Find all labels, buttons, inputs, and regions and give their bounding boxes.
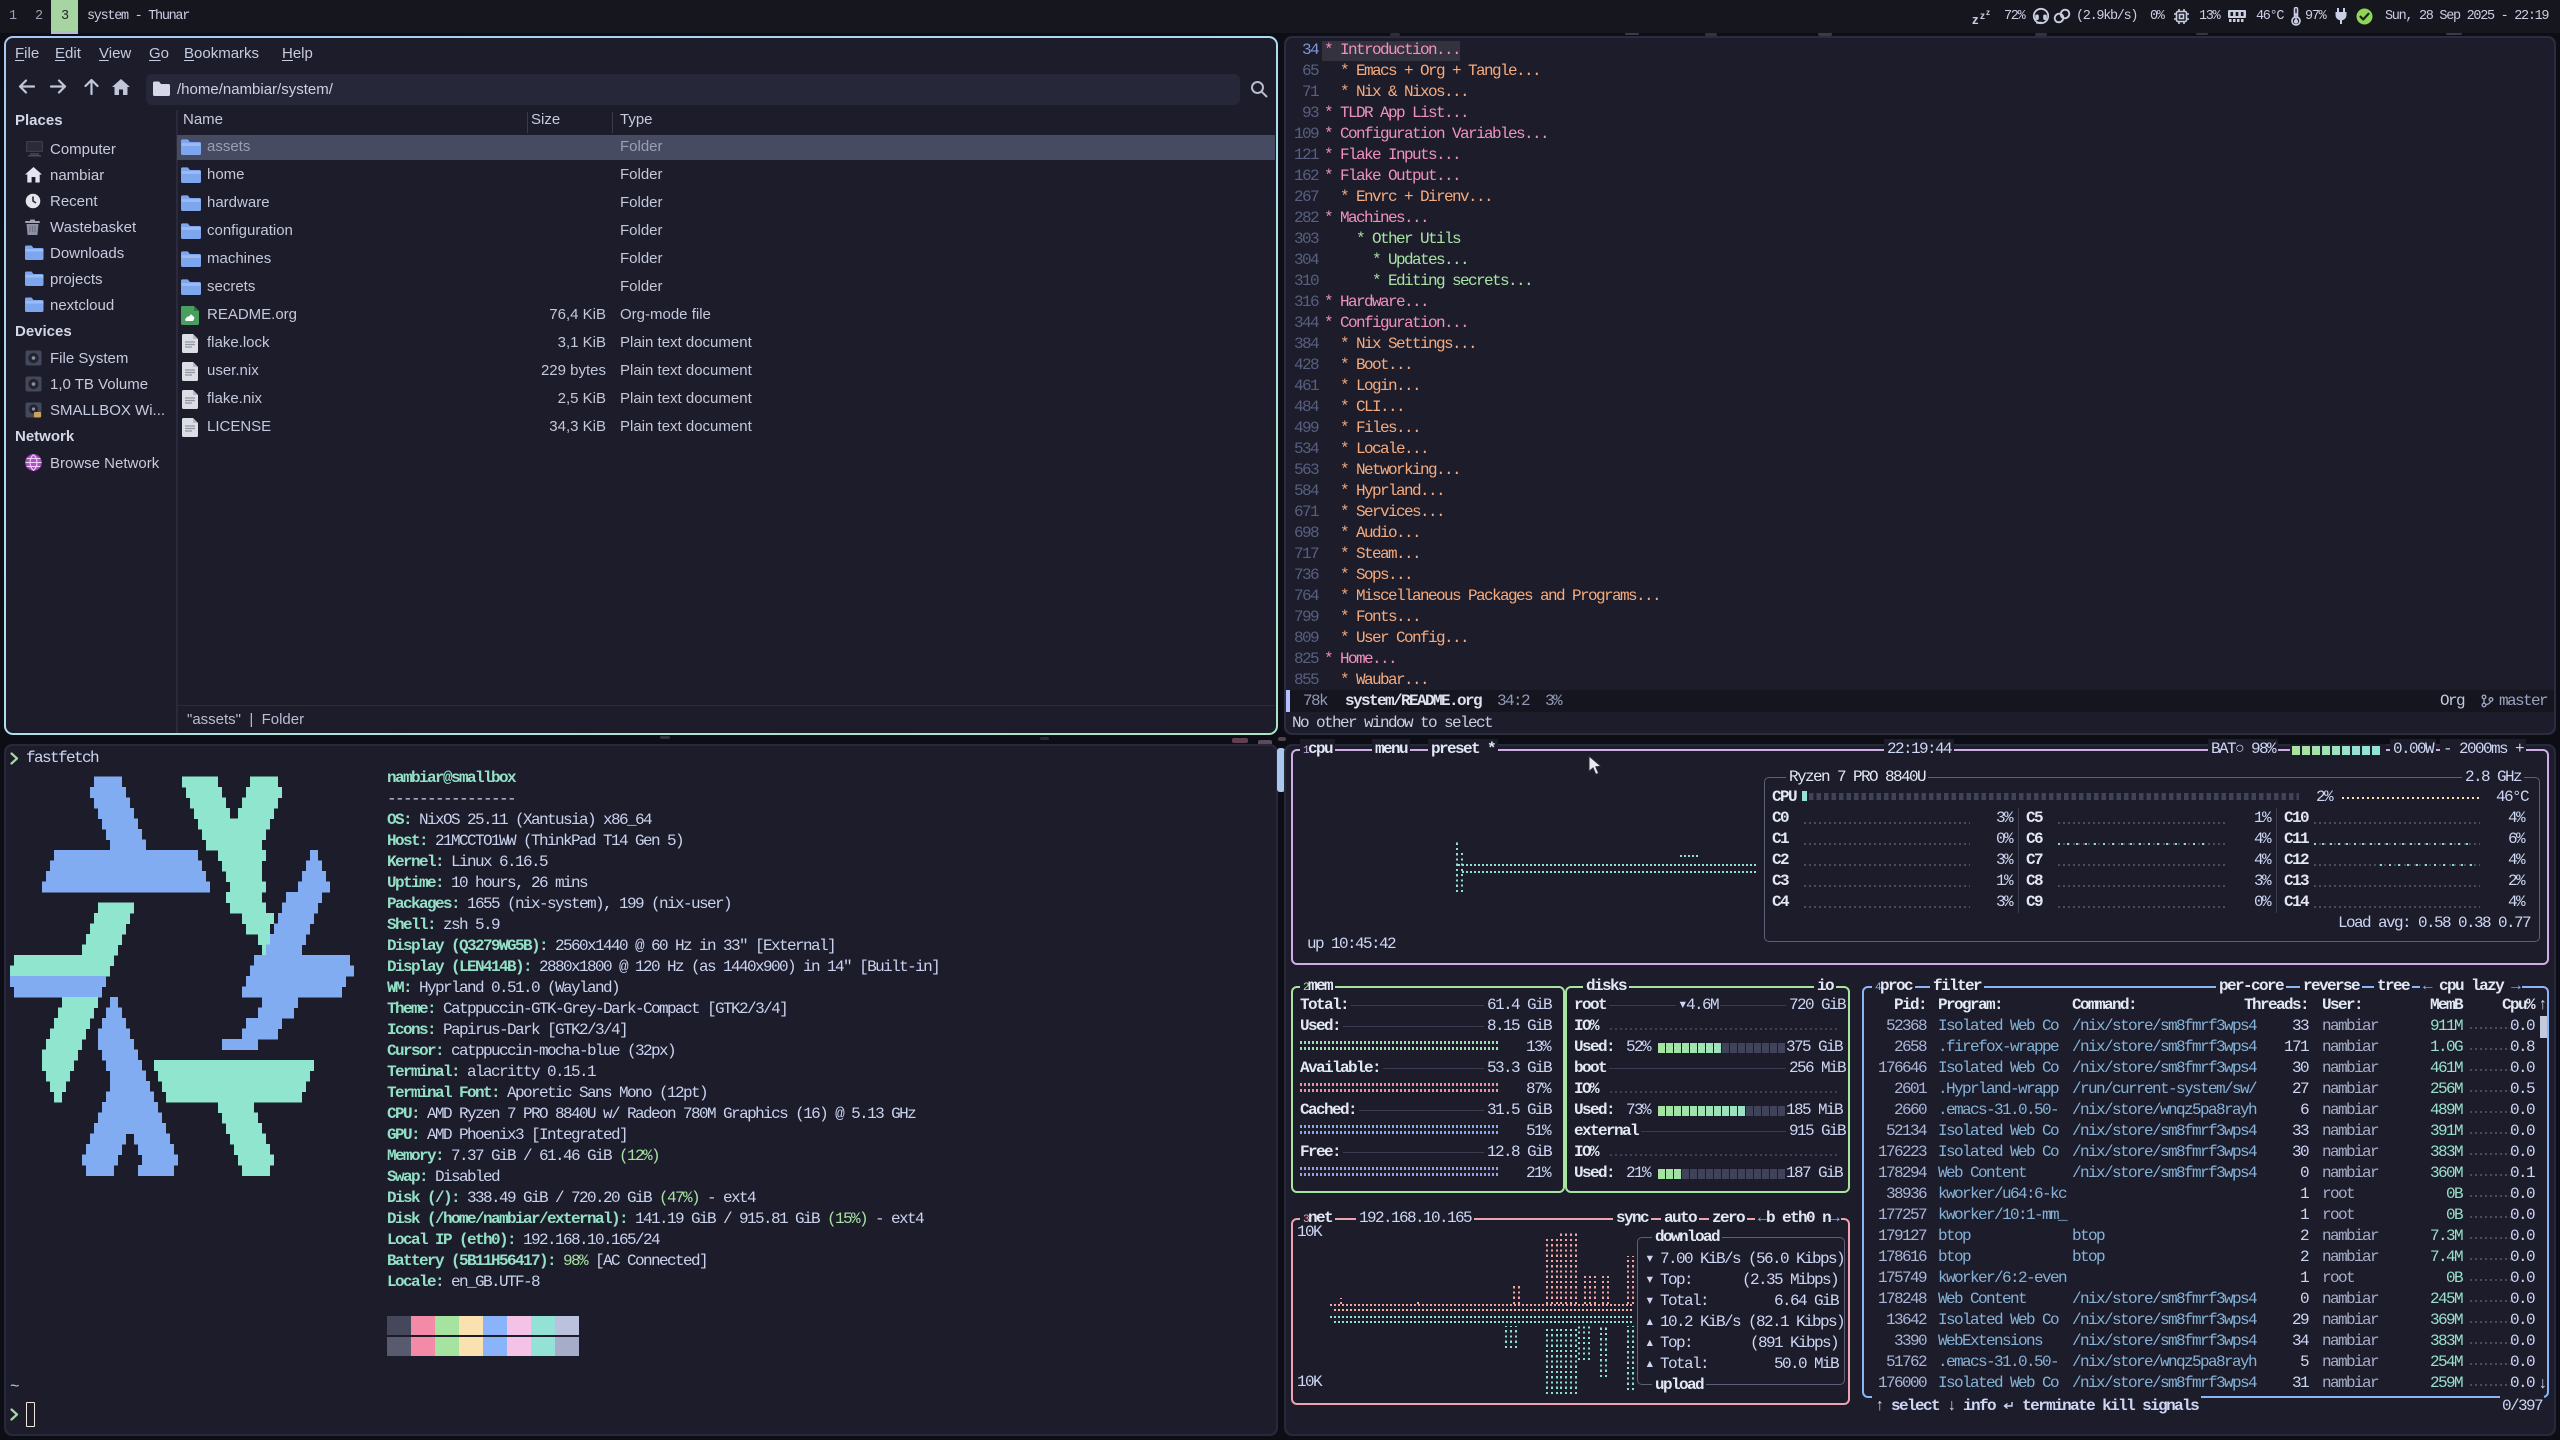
svg-text:z: z bbox=[1986, 8, 1990, 17]
svg-text:z: z bbox=[1980, 11, 1985, 22]
svg-text:z: z bbox=[1972, 12, 1979, 25]
